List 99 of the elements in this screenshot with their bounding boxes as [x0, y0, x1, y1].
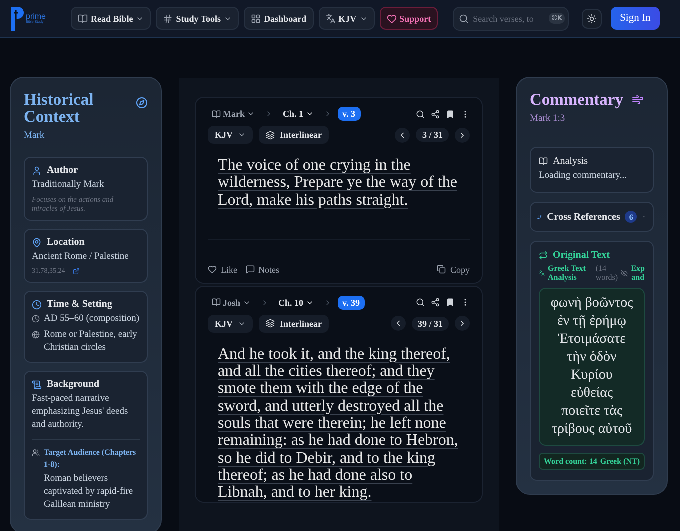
previous-button[interactable]: [395, 128, 410, 142]
clock-icon: [32, 315, 40, 323]
notes-button[interactable]: Notes: [246, 264, 280, 275]
chevron-down-icon: [238, 131, 246, 139]
chevron-right-icon: [458, 130, 467, 140]
nav-button[interactable]: KJV: [318, 7, 375, 30]
heart-icon: [208, 265, 217, 274]
copy-button[interactable]: Copy: [437, 264, 470, 275]
globe-icon: [32, 331, 40, 339]
chevron-right-icon: [265, 110, 273, 118]
book-icon: [78, 14, 88, 24]
panel-title: Historical Context: [24, 91, 95, 125]
next-button[interactable]: [455, 128, 470, 142]
verse-text: And he took it, and the king thereof, and all the cities thereof; and they smote them with the edge of the sword, and utterly destroyed all the souls that were therein; he left none remaining: as he had done to Hebron, so he did to Debir, and to the king thereof; as he had done also to Libnah, and to her king.: [218, 346, 460, 502]
chevron-down-icon: [306, 110, 314, 118]
nav-button[interactable]: Dashboard: [244, 7, 314, 30]
sign-in-button[interactable]: Sign In: [611, 7, 660, 30]
heart-icon: [386, 14, 397, 24]
card-heading: Location: [47, 237, 85, 248]
card-heading: Background: [47, 379, 100, 390]
users-icon: [32, 449, 40, 457]
search-icon[interactable]: [416, 298, 425, 308]
map-pin-icon: [32, 238, 42, 248]
card-heading: Author: [47, 165, 78, 176]
logo-icon: [10, 6, 24, 32]
author-name: Traditionally Mark: [32, 179, 106, 192]
search-icon: [459, 14, 470, 24]
translate-icon: [539, 270, 545, 276]
verse-position: 39 / 31: [412, 316, 449, 331]
previous-button[interactable]: [390, 316, 406, 332]
book-icon: [212, 298, 221, 308]
card-heading: Analysis: [553, 156, 588, 167]
greek-text: φωνὴ βοῶντος ἐν τῇ ἐρήμῳ Ἑτοιμάσατε τὴν ὁδὸν Κυρίου εὐθείας ποιεῖτε τὰς τρίβους αὐτοῦ: [539, 288, 645, 446]
setting-text: Rome or Palestine, early Christian circles: [44, 329, 138, 355]
nav-button[interactable]: Study Tools: [156, 7, 240, 30]
nav-button[interactable]: Read Bible: [71, 7, 152, 30]
layers-icon: [266, 130, 275, 140]
like-button[interactable]: Like: [208, 264, 238, 275]
chevron-down-icon: [247, 110, 255, 118]
count-badge: 6: [625, 211, 638, 223]
logo-name: prime: [26, 12, 46, 21]
chevron-right-icon: [458, 319, 467, 328]
bookmark-icon[interactable]: [446, 298, 455, 308]
bookmark-icon[interactable]: [446, 110, 455, 118]
expand-button[interactable]: Expand: [631, 264, 645, 282]
next-button[interactable]: [455, 316, 470, 332]
analysis-label: Greek Text Analysis: [548, 264, 587, 282]
layers-icon: [266, 319, 275, 328]
user-icon: [32, 166, 42, 176]
card-heading: Time & Setting: [47, 299, 112, 310]
word-count: Word count: 14: [544, 457, 598, 466]
panel-title: Commentary: [530, 91, 624, 108]
background-text: Fast-paced narrative emphasizing Jesus' deeds and authority.: [32, 393, 130, 432]
translate-icon: [326, 14, 336, 24]
scroll-icon: [32, 380, 42, 390]
verse-badge[interactable]: v. 39: [338, 296, 366, 310]
card-heading: Cross References: [547, 212, 620, 222]
interlinear-button[interactable]: Interlinear: [259, 314, 329, 333]
verse-position: 3 / 31: [416, 128, 449, 142]
word-total: (14 words): [596, 264, 618, 282]
cross-references-toggle[interactable]: Cross References 6: [530, 202, 654, 232]
external-link-icon[interactable]: [73, 268, 80, 275]
grid-icon: [251, 14, 262, 24]
verse-badge[interactable]: v. 3: [338, 107, 361, 121]
card-heading: Original Text: [553, 250, 610, 261]
branch-icon: [537, 212, 542, 222]
copy-icon: [437, 265, 446, 274]
interlinear-button[interactable]: Interlinear: [259, 126, 329, 144]
language-label: Greek (NT): [600, 457, 640, 466]
clock-icon: [32, 300, 42, 310]
audience-label: Target Audience (Chapters 1-8):: [44, 447, 138, 471]
book-icon: [539, 157, 548, 166]
version-select[interactable]: KJV: [208, 126, 253, 144]
verse-text: The voice of one crying in the wilderness, Prepare ye the way of the Lord, make his paths straight.: [218, 157, 458, 209]
chapter-selector[interactable]: Ch. 10: [274, 298, 318, 308]
book-selector[interactable]: Mark: [208, 109, 259, 119]
loading-text: Loading commentary...: [539, 170, 628, 183]
repeat-icon: [539, 251, 548, 260]
search-icon[interactable]: [416, 110, 425, 118]
theme-button[interactable]: [582, 8, 602, 28]
hash-icon: [163, 14, 174, 24]
comment-icon: [246, 265, 254, 274]
book-selector[interactable]: Josh: [208, 298, 255, 308]
wind-icon: [632, 94, 644, 106]
chevron-down-icon: [642, 213, 647, 221]
setting-text: AD 55–60 (composition): [44, 313, 140, 326]
panel-subtitle: Mark 1:3: [530, 114, 566, 124]
nav-button[interactable]: Support: [380, 7, 438, 30]
book-icon: [212, 110, 221, 118]
compass-icon[interactable]: [136, 97, 148, 109]
eye-off-icon: [621, 270, 628, 276]
audience-text: Roman believers captivated by rapid-fire Galilean ministry: [44, 473, 134, 512]
sun-icon: [587, 14, 598, 24]
share-icon[interactable]: [431, 298, 440, 308]
location-name: Ancient Rome / Palestine: [32, 251, 130, 264]
panel-subtitle: Mark: [24, 131, 46, 141]
share-icon[interactable]: [431, 110, 440, 118]
chapter-selector[interactable]: Ch. 1: [279, 109, 318, 119]
version-select[interactable]: KJV: [208, 314, 253, 333]
